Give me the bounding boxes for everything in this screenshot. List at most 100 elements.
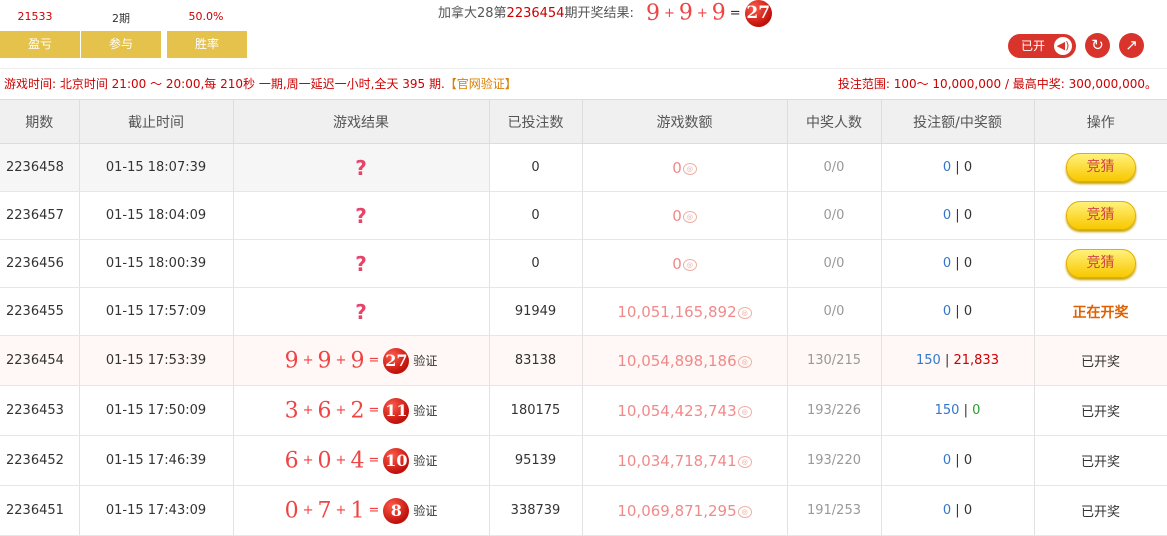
winrate-value: 50.0% — [188, 10, 224, 23]
result-cell: ? — [233, 287, 490, 336]
amount-value: 10,034,718,741 — [617, 451, 737, 470]
amount-cell: 0 ◎ — [582, 191, 788, 240]
amount-value: 0 — [672, 254, 682, 273]
bets-cell: 91949 — [489, 287, 583, 336]
coin-icon: ◎ — [737, 356, 752, 368]
bets-cell: 0 — [489, 143, 583, 192]
result-number-3: 1 — [350, 498, 365, 523]
winners-cell: 0/0 — [787, 239, 882, 288]
auto-open-toggle[interactable]: 已开 ◀) — [1008, 34, 1076, 58]
drawing-status: 正在开奖 — [1072, 304, 1129, 321]
profit-button[interactable]: 盈亏 — [0, 31, 80, 58]
action-cell: 已开奖 — [1034, 335, 1167, 386]
participate-value: 2期 — [112, 12, 130, 25]
winrate-button[interactable]: 胜率 — [167, 31, 247, 58]
plus-sign: + — [696, 5, 708, 21]
headline-suffix: 期开奖结果: — [564, 6, 634, 21]
guess-button[interactable]: 竞猜 — [1065, 201, 1136, 230]
time-cell: 01-15 18:00:39 — [79, 239, 234, 288]
headline-number-2: 9 — [678, 0, 693, 26]
equals-sign: = — [368, 503, 380, 518]
bet-win-cell: 0 | 0 — [881, 287, 1035, 336]
amount-value: 0 — [672, 206, 682, 225]
table-row: 2236455 01-15 17:57:09 ? 91949 10,051,16… — [0, 287, 1167, 336]
column-header: 操作 — [1034, 100, 1167, 144]
sum-ball: 11 — [383, 397, 410, 424]
bet-range-info: 投注范围: 100～ 10,000,000 / 最高中奖: 300,000,00… — [837, 77, 1157, 91]
official-verify-link[interactable]: 【官网验证】 — [445, 77, 517, 91]
column-header: 游戏数额 — [582, 100, 788, 144]
column-header: 投注额/中奖额 — [881, 100, 1035, 144]
result-cell: ? — [233, 239, 490, 288]
result-cell: 9 +9 +9 = 27 验证 — [233, 335, 490, 386]
verify-link[interactable]: 验证 — [413, 454, 437, 468]
question-icon: ? — [355, 299, 367, 324]
verify-link[interactable]: 验证 — [413, 404, 437, 418]
result-number-3: 9 — [350, 348, 365, 373]
action-cell: 竞猜 — [1034, 191, 1167, 240]
time-cell: 01-15 17:46:39 — [79, 435, 234, 486]
refresh-icon[interactable]: ↻ — [1085, 33, 1110, 58]
issue-cell: 2236458 — [0, 143, 80, 192]
question-icon: ? — [355, 203, 367, 228]
verify-link[interactable]: 验证 — [413, 354, 437, 368]
sum-ball: 27 — [383, 347, 410, 374]
bet-amount: 0 — [942, 453, 952, 468]
plus-sign: + — [335, 353, 347, 368]
guess-button[interactable]: 竞猜 — [1065, 249, 1136, 278]
action-cell: 已开奖 — [1034, 385, 1167, 436]
column-header: 游戏结果 — [233, 100, 490, 144]
plus-sign: + — [302, 503, 314, 518]
bet-amount: 0 — [942, 208, 952, 223]
verify-link[interactable]: 验证 — [413, 504, 437, 518]
action-cell: 正在开奖 — [1034, 287, 1167, 336]
issue-cell: 2236456 — [0, 239, 80, 288]
amount-value: 10,051,165,892 — [617, 302, 737, 321]
headline-number-1: 9 — [645, 0, 660, 26]
amount-value: 10,069,871,295 — [617, 501, 737, 520]
coin-icon: ◎ — [682, 259, 697, 271]
plus-sign: + — [663, 5, 675, 21]
winners-cell: 130/215 — [787, 335, 882, 386]
time-cell: 01-15 17:50:09 — [79, 385, 234, 436]
participate-button[interactable]: 参与 — [81, 31, 161, 58]
amount-cell: 0 ◎ — [582, 239, 788, 288]
table-row: 2236454 01-15 17:53:39 9 +9 +9 = 27 验证 83138 … — [0, 335, 1167, 386]
trend-chart-icon[interactable]: ↗ — [1119, 33, 1144, 58]
table-row: 2236452 01-15 17:46:39 6 +0 +4 = 10 验证 95139 … — [0, 435, 1167, 486]
issue-cell: 2236451 — [0, 485, 80, 536]
time-cell: 01-15 17:43:09 — [79, 485, 234, 536]
win-amount: 0 — [963, 256, 973, 271]
bet-win-cell: 150 | 21,833 — [881, 335, 1035, 386]
winners-cell: 193/226 — [787, 385, 882, 436]
bet-win-cell: 0 | 0 — [881, 143, 1035, 192]
coin-icon: ◎ — [737, 506, 752, 518]
game-time-info: 游戏时间: 北京时间 21:00 ～ 20:00,每 210秒 一期,周一延迟一… — [4, 77, 445, 91]
guess-button[interactable]: 竞猜 — [1065, 153, 1136, 182]
bets-cell: 338739 — [489, 485, 583, 536]
bet-win-cell: 0 | 0 — [881, 435, 1035, 486]
results-table: 期数 截止时间 游戏结果 已投注数 游戏数额 中奖人数 投注额/中奖额 操作 2… — [0, 100, 1167, 536]
table-row: 2236451 01-15 17:43:09 0 +7 +1 = 8 验证 338739 … — [0, 485, 1167, 536]
time-cell: 01-15 18:07:39 — [79, 143, 234, 192]
result-number-3: 2 — [350, 398, 365, 423]
coin-icon: ◎ — [737, 307, 752, 319]
win-amount: 0 — [963, 503, 973, 518]
result-number-1: 3 — [284, 398, 299, 423]
bet-win-cell: 0 | 0 — [881, 485, 1035, 536]
winners-cell: 0/0 — [787, 191, 882, 240]
issue-cell: 2236453 — [0, 385, 80, 436]
plus-sign: + — [302, 353, 314, 368]
column-header: 期数 — [0, 100, 80, 144]
win-amount: 0 — [963, 208, 973, 223]
bets-cell: 0 — [489, 191, 583, 240]
issue-cell: 2236452 — [0, 435, 80, 486]
issue-cell: 2236457 — [0, 191, 80, 240]
win-amount: 0 — [972, 403, 981, 418]
headline-sum-ball: 27 — [744, 0, 772, 27]
latest-result-headline: 加拿大28第2236454期开奖结果: 9 +9 +9 = 27 — [438, 0, 772, 27]
win-amount: 0 — [963, 304, 973, 319]
bets-cell: 95139 — [489, 435, 583, 486]
winners-cell: 193/220 — [787, 435, 882, 486]
bet-amount: 0 — [942, 256, 952, 271]
